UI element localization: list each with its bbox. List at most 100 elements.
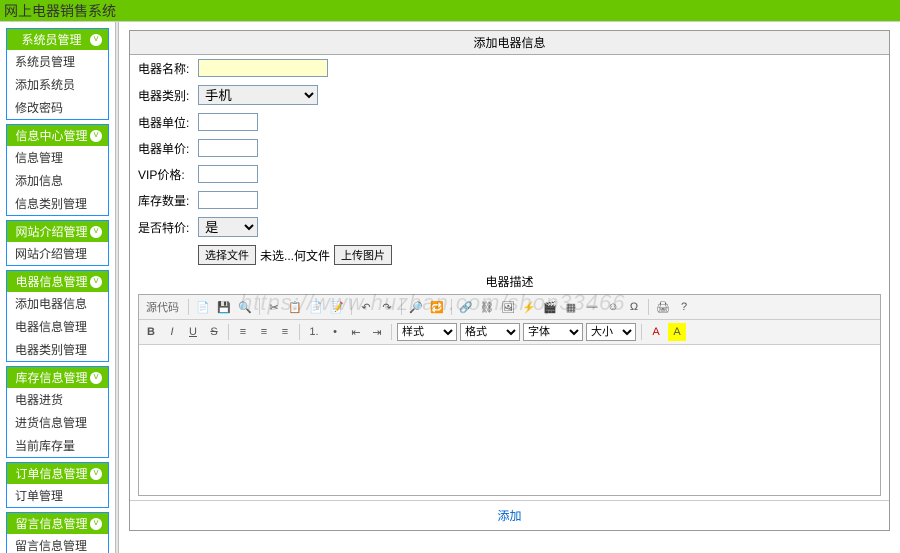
text-color-icon[interactable]: A — [647, 323, 665, 341]
menu-item[interactable]: 网站介绍管理 — [7, 242, 108, 265]
chevron-down-icon[interactable]: ˅ — [90, 34, 102, 46]
preview-icon[interactable]: 🔍 — [236, 298, 254, 316]
name-input[interactable] — [198, 59, 328, 77]
menu-title: 网站介绍管理 — [13, 223, 90, 240]
menu-group: 库存信息管理˅电器进货进货信息管理当前库存量 — [6, 366, 109, 458]
menu-header[interactable]: 网站介绍管理˅ — [7, 221, 108, 242]
emoji-icon[interactable]: ☺ — [604, 298, 622, 316]
menu-header[interactable]: 电器信息管理˅ — [7, 271, 108, 292]
size-select[interactable]: 大小 — [586, 323, 636, 341]
menu-group: 订单信息管理˅订单管理 — [6, 462, 109, 508]
panel-title: 添加电器信息 — [130, 31, 889, 55]
ul-icon[interactable]: • — [326, 323, 344, 341]
paste-word-icon[interactable]: 📝 — [328, 298, 346, 316]
unlink-icon[interactable]: ⛓ — [478, 298, 496, 316]
upload-button[interactable]: 上传图片 — [334, 245, 392, 265]
replace-icon[interactable]: 🔁 — [428, 298, 446, 316]
submit-button[interactable]: 添加 — [497, 509, 521, 523]
menu-item[interactable]: 留言信息管理 — [7, 534, 108, 553]
chevron-down-icon[interactable]: ˅ — [90, 518, 102, 530]
vip-input[interactable] — [198, 165, 258, 183]
menu-title: 订单信息管理 — [13, 465, 90, 482]
chevron-down-icon[interactable]: ˅ — [90, 130, 102, 142]
menu-item[interactable]: 电器类别管理 — [7, 338, 108, 361]
special-select[interactable]: 是 — [198, 217, 258, 237]
rich-editor: 源代码 📄 💾 🔍 ✂ 📋 📄 📝 ↶ ↷ 🔎 🔁 — [138, 294, 881, 496]
align-right-icon[interactable]: ≡ — [276, 323, 294, 341]
bold-icon[interactable]: B — [142, 323, 160, 341]
app-header: 网上电器销售系统 — [0, 0, 900, 22]
chevron-down-icon[interactable]: ˅ — [90, 372, 102, 384]
special-label: 是否特价: — [138, 219, 194, 236]
price-label: 电器单价: — [138, 140, 194, 157]
indent-icon[interactable]: ⇥ — [368, 323, 386, 341]
media-icon[interactable]: 🎬 — [541, 298, 559, 316]
chevron-down-icon[interactable]: ˅ — [90, 276, 102, 288]
align-center-icon[interactable]: ≡ — [255, 323, 273, 341]
save-icon[interactable]: 💾 — [215, 298, 233, 316]
menu-group: 系统员管理˅系统员管理添加系统员修改密码 — [6, 28, 109, 120]
unit-input[interactable] — [198, 113, 258, 131]
editor-toolbar-1: 源代码 📄 💾 🔍 ✂ 📋 📄 📝 ↶ ↷ 🔎 🔁 — [139, 295, 880, 320]
menu-item[interactable]: 添加信息 — [7, 169, 108, 192]
cut-icon[interactable]: ✂ — [265, 298, 283, 316]
menu-item[interactable]: 系统员管理 — [7, 50, 108, 73]
menu-item[interactable]: 电器信息管理 — [7, 315, 108, 338]
bg-color-icon[interactable]: A — [668, 323, 686, 341]
new-icon[interactable]: 📄 — [194, 298, 212, 316]
image-icon[interactable]: 🖼 — [499, 298, 517, 316]
menu-item[interactable]: 添加系统员 — [7, 73, 108, 96]
content-area: 添加电器信息 电器名称: 电器类别: 手机 电器单位: 电器单价: VIP价格: — [119, 22, 900, 553]
italic-icon[interactable]: I — [163, 323, 181, 341]
print-icon[interactable]: 🖨 — [654, 298, 672, 316]
menu-header[interactable]: 留言信息管理˅ — [7, 513, 108, 534]
category-select[interactable]: 手机 — [198, 85, 318, 105]
menu-header[interactable]: 订单信息管理˅ — [7, 463, 108, 484]
menu-title: 信息中心管理 — [13, 127, 90, 144]
align-left-icon[interactable]: ≡ — [234, 323, 252, 341]
undo-icon[interactable]: ↶ — [357, 298, 375, 316]
choose-file-button[interactable]: 选择文件 — [198, 245, 256, 265]
menu-item[interactable]: 添加电器信息 — [7, 292, 108, 315]
menu-item[interactable]: 信息管理 — [7, 146, 108, 169]
underline-icon[interactable]: U — [184, 323, 202, 341]
chevron-down-icon[interactable]: ˅ — [90, 468, 102, 480]
menu-item[interactable]: 当前库存量 — [7, 434, 108, 457]
outdent-icon[interactable]: ⇤ — [347, 323, 365, 341]
help-icon[interactable]: ? — [675, 298, 693, 316]
copy-icon[interactable]: 📋 — [286, 298, 304, 316]
category-label: 电器类别: — [138, 87, 194, 104]
stock-label: 库存数量: — [138, 192, 194, 209]
font-select[interactable]: 字体 — [523, 323, 583, 341]
menu-item[interactable]: 修改密码 — [7, 96, 108, 119]
menu-item[interactable]: 进货信息管理 — [7, 411, 108, 434]
paste-icon[interactable]: 📄 — [307, 298, 325, 316]
menu-item[interactable]: 信息类别管理 — [7, 192, 108, 215]
menu-item[interactable]: 订单管理 — [7, 484, 108, 507]
chevron-down-icon[interactable]: ˅ — [90, 226, 102, 238]
menu-title: 库存信息管理 — [13, 369, 90, 386]
format-select[interactable]: 格式 — [460, 323, 520, 341]
ol-icon[interactable]: 1. — [305, 323, 323, 341]
stock-input[interactable] — [198, 191, 258, 209]
editor-body[interactable] — [139, 345, 880, 495]
char-icon[interactable]: Ω — [625, 298, 643, 316]
strike-icon[interactable]: S — [205, 323, 223, 341]
menu-header[interactable]: 库存信息管理˅ — [7, 367, 108, 388]
hr-icon[interactable]: — — [583, 298, 601, 316]
link-icon[interactable]: 🔗 — [457, 298, 475, 316]
menu-title: 电器信息管理 — [13, 273, 90, 290]
menu-header[interactable]: 信息中心管理˅ — [7, 125, 108, 146]
unit-label: 电器单位: — [138, 114, 194, 131]
style-select[interactable]: 样式 — [397, 323, 457, 341]
sidebar: 系统员管理˅系统员管理添加系统员修改密码信息中心管理˅信息管理添加信息信息类别管… — [0, 22, 115, 553]
source-code-label[interactable]: 源代码 — [142, 299, 183, 315]
table-icon[interactable]: ▦ — [562, 298, 580, 316]
menu-item[interactable]: 电器进货 — [7, 388, 108, 411]
redo-icon[interactable]: ↷ — [378, 298, 396, 316]
price-input[interactable] — [198, 139, 258, 157]
flash-icon[interactable]: ⚡ — [520, 298, 538, 316]
editor-toolbar-2: B I U S ≡ ≡ ≡ 1. • ⇤ ⇥ 样式 格式 字体 — [139, 320, 880, 345]
menu-header[interactable]: 系统员管理˅ — [7, 29, 108, 50]
find-icon[interactable]: 🔎 — [407, 298, 425, 316]
